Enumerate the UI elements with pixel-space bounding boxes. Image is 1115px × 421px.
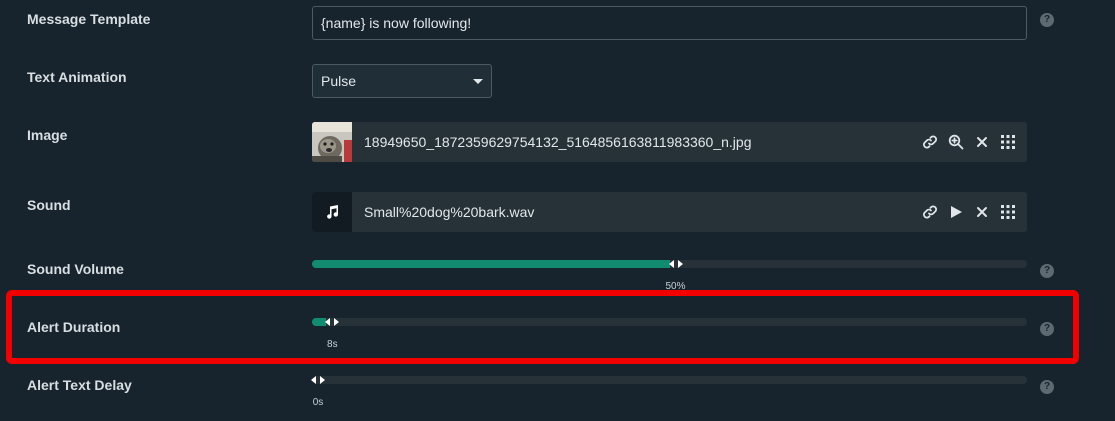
image-label: Image	[27, 127, 68, 143]
grid-icon[interactable]	[999, 203, 1017, 221]
alert-text-delay-label: Alert Text Delay	[27, 377, 132, 393]
slider-handle[interactable]	[308, 371, 328, 389]
text-animation-label: Text Animation	[27, 69, 127, 85]
slider-fill	[312, 260, 670, 268]
link-icon[interactable]	[921, 133, 939, 151]
image-actions	[921, 122, 1017, 162]
sound-volume-slider[interactable]	[312, 260, 1027, 268]
zoom-in-icon[interactable]	[947, 133, 965, 151]
sound-label: Sound	[27, 197, 71, 213]
chevron-down-icon	[473, 79, 483, 84]
alert-text-delay-slider[interactable]	[311, 376, 1027, 384]
image-filename: 18949650_1872359629754132_51648561638119…	[364, 134, 752, 150]
image-file-field: 18949650_1872359629754132_51648561638119…	[312, 122, 1027, 162]
grid-icon[interactable]	[999, 133, 1017, 151]
slider-handle[interactable]	[666, 255, 686, 273]
close-icon[interactable]	[973, 203, 991, 221]
text-animation-selected-value: Pulse	[321, 73, 357, 89]
highlight-box	[6, 290, 1079, 364]
sound-volume-label: Sound Volume	[27, 261, 124, 277]
link-icon[interactable]	[921, 203, 939, 221]
help-icon[interactable]: ?	[1040, 264, 1054, 278]
text-animation-select[interactable]: Pulse	[312, 64, 492, 98]
close-icon[interactable]	[973, 133, 991, 151]
sound-actions	[921, 192, 1017, 232]
sound-filename: Small%20dog%20bark.wav	[364, 204, 535, 220]
text-animation-row: Text Animation Pulse	[0, 0, 1115, 110]
play-icon[interactable]	[947, 203, 965, 221]
music-note-icon[interactable]	[312, 192, 352, 232]
help-icon[interactable]: ?	[1040, 380, 1054, 394]
alert-text-delay-value: 0s	[312, 397, 324, 408]
sound-file-field: Small%20dog%20bark.wav	[312, 192, 1027, 232]
image-thumbnail[interactable]	[312, 122, 352, 162]
